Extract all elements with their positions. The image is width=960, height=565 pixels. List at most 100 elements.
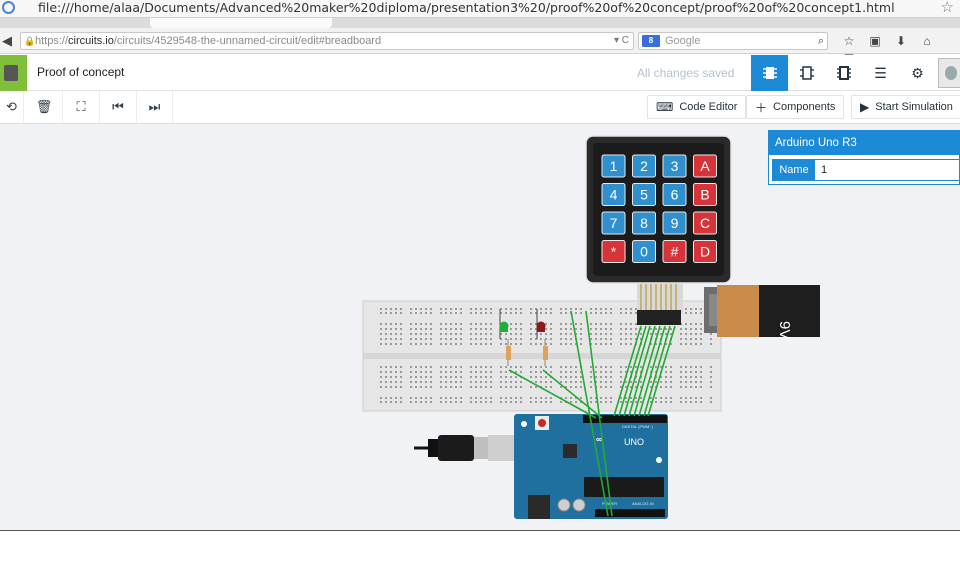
keypad-key[interactable]: 7 (601, 211, 626, 235)
bookmark-star-icon[interactable]: ☆ (941, 0, 954, 16)
keypad-key-label: C (700, 215, 710, 231)
circuit-diagram[interactable]: 9V 1 2 3 A4 5 6 B7 8 9 C* 0 # D ∞ UNO DI… (0, 124, 960, 531)
keypad-key[interactable]: 8 (632, 211, 656, 235)
keypad-key[interactable]: 9 (662, 211, 687, 235)
keypad-key-label: * (611, 244, 617, 260)
start-simulation-label: Start Simulation (875, 101, 953, 113)
list-view-icon: ☰ (874, 64, 887, 81)
components-label: Components (773, 101, 836, 113)
battery-copper-end (717, 285, 759, 337)
name-input[interactable]: 1 (821, 160, 827, 180)
home-icon[interactable]: ⌂ (914, 32, 940, 50)
pcb-view-button[interactable] (825, 55, 862, 91)
clipboard-icon[interactable]: ▣ (862, 32, 888, 50)
code-icon: ⌨ (656, 100, 674, 114)
app-header: Proof of concept All changes saved ☰ ⚙ (0, 55, 960, 91)
address-path: /circuits/4529548-the-unnamed-circuit/ed… (113, 35, 382, 47)
code-editor-button[interactable]: ⌨ Code Editor (647, 95, 747, 119)
editor-toolbar: ⟲ 🗑 ⛶ ⏮ ⏭ ⌨ Code Editor ＋ Components ▶ Star… (0, 91, 960, 124)
analog-label: ANALOG IN (632, 501, 654, 506)
keypad-key[interactable]: 0 (632, 240, 656, 263)
keypad-key-label: 6 (671, 187, 679, 203)
rotate-button[interactable]: ⟲ (0, 91, 24, 123)
download-icon[interactable]: ⬇ (888, 32, 914, 50)
search-icon[interactable]: ⌕ (818, 33, 824, 49)
avatar[interactable] (938, 58, 960, 88)
star-icon[interactable]: ☆ (836, 32, 862, 50)
search-placeholder: Google (665, 35, 701, 47)
name-label: Name (773, 160, 815, 180)
fit-icon: ⛶ (76, 99, 86, 114)
settings-icon: ⚙ (911, 64, 924, 81)
step-back-button[interactable]: ⏮ (100, 91, 137, 123)
keypad-key-label: B (700, 187, 709, 203)
arduino-uno[interactable]: ∞ UNO DIGITAL (PWM~) ANALOG IN POWER (414, 414, 668, 519)
list-view-button[interactable]: ☰ (862, 55, 899, 91)
code-editor-label: Code Editor (679, 101, 738, 113)
rotate-icon: ⟲ (6, 99, 17, 114)
search-engine-icon[interactable]: 8 (642, 35, 660, 47)
keypad-key-label: A (700, 158, 710, 174)
battery-9v[interactable]: 9V (704, 285, 820, 339)
schematic-view-button[interactable] (788, 55, 825, 91)
reload-icon[interactable]: ▾ C (614, 33, 629, 49)
project-title[interactable]: Proof of concept (37, 65, 124, 79)
back-arrow-icon[interactable]: ◀ (2, 33, 18, 49)
uno-label: UNO (624, 437, 644, 447)
play-icon: ▶ (860, 100, 870, 114)
delete-button[interactable]: 🗑 (26, 91, 63, 123)
search-input[interactable]: 8 Google ⌕ (638, 32, 828, 50)
keypad-key-label: 8 (640, 215, 648, 231)
step-forward-icon: ⏭ (148, 99, 161, 114)
fit-button[interactable]: ⛶ (63, 91, 100, 123)
inspector-title: Arduino Uno R3 (769, 131, 959, 155)
keypad-key-label: D (700, 244, 710, 260)
keypad-key-label: 9 (671, 215, 679, 231)
browser-navbar: ◀ 🔒 https://circuits.io/circuits/4529548… (0, 28, 960, 66)
pcb-view-icon (836, 66, 851, 80)
address-host: circuits.io (68, 35, 114, 47)
start-simulation-button[interactable]: ▶ Start Simulation (851, 95, 960, 119)
file-path-bar: file:///home/alaa/Documents/Advanced%20m… (0, 0, 960, 18)
name-field[interactable]: Name 1 (772, 159, 960, 181)
lock-icon: 🔒 (24, 36, 36, 46)
project-thumbnail[interactable] (0, 55, 27, 91)
keypad-key[interactable]: D (693, 240, 717, 263)
save-status: All changes saved (637, 66, 735, 80)
tab-strip (0, 18, 960, 28)
chip-view-icon (799, 66, 814, 80)
step-back-icon: ⏮ (112, 99, 124, 114)
keypad-key-label: 5 (640, 187, 648, 203)
workspace-canvas[interactable]: 9V 1 2 3 A 4 5 6 B 7 8 9 C * 0 # D ∞ UNO… (0, 124, 960, 531)
settings-button[interactable]: ⚙ (899, 55, 936, 91)
keypad-key[interactable]: 4 (601, 183, 626, 206)
browser-tab[interactable] (150, 18, 332, 28)
keypad-key-label: 1 (610, 158, 618, 174)
step-forward-button[interactable]: ⏭ (137, 91, 173, 123)
file-url-text: file:///home/alaa/Documents/Advanced%20m… (38, 0, 895, 15)
address-bar[interactable]: 🔒 https://circuits.io/circuits/4529548-t… (20, 32, 634, 50)
breadboard-view-button[interactable] (751, 55, 788, 91)
keypad-key[interactable]: 2 (632, 154, 656, 178)
keypad-key[interactable]: # (662, 240, 687, 263)
keypad-key[interactable]: 5 (632, 183, 656, 206)
trash-icon: 🗑 (35, 99, 53, 114)
keypad-key[interactable]: 6 (662, 183, 687, 206)
keypad-key-label: 3 (671, 158, 679, 174)
keypad-key[interactable]: B (693, 183, 717, 206)
address-scheme: https:// (35, 35, 69, 47)
keypad-key-label: # (671, 244, 679, 260)
digital-label: DIGITAL (PWM~) (622, 424, 654, 429)
breadboard-view-icon (762, 67, 777, 79)
keypad-key-label: 4 (610, 187, 618, 203)
keypad-key[interactable]: C (693, 211, 717, 235)
keypad-key[interactable]: A (693, 154, 717, 178)
browser-toolbar-icons: ☆▣⬇⌂☰ (836, 32, 960, 66)
browser-logo-icon (2, 1, 15, 14)
keypad-key[interactable]: 3 (662, 154, 687, 178)
keypad-key-label: 0 (640, 244, 648, 260)
plus-icon: ＋ (755, 100, 768, 115)
components-button[interactable]: ＋ Components (746, 95, 845, 119)
keypad-key[interactable]: 1 (601, 154, 626, 178)
keypad-key[interactable]: * (601, 240, 626, 263)
